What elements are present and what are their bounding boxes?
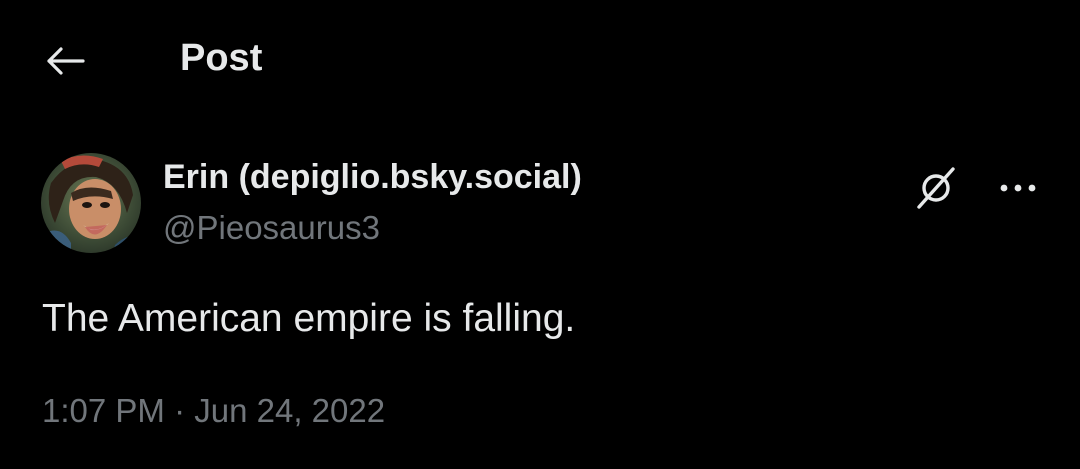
author-display-name[interactable]: Erin (depiglio.bsky.social) <box>163 157 582 197</box>
post-timestamp: 1:07 PM · Jun 24, 2022 <box>42 390 385 432</box>
timestamp-separator: · <box>174 392 186 429</box>
avatar-image <box>41 153 141 253</box>
arrow-left-icon <box>47 47 85 75</box>
back-button[interactable] <box>40 38 90 84</box>
post-time[interactable]: 1:07 PM <box>42 392 165 429</box>
avatar[interactable] <box>41 153 141 253</box>
post-text: The American empire is falling. <box>42 297 576 340</box>
top-bar: Post <box>0 0 1080 118</box>
grok-button[interactable] <box>908 160 964 216</box>
page-title: Post <box>180 37 263 79</box>
more-horizontal-icon <box>1000 184 1036 192</box>
post-date[interactable]: Jun 24, 2022 <box>194 392 385 429</box>
more-options-button[interactable] <box>992 162 1044 214</box>
grok-icon <box>917 167 955 209</box>
author-handle[interactable]: @Pieosaurus3 <box>163 208 380 248</box>
